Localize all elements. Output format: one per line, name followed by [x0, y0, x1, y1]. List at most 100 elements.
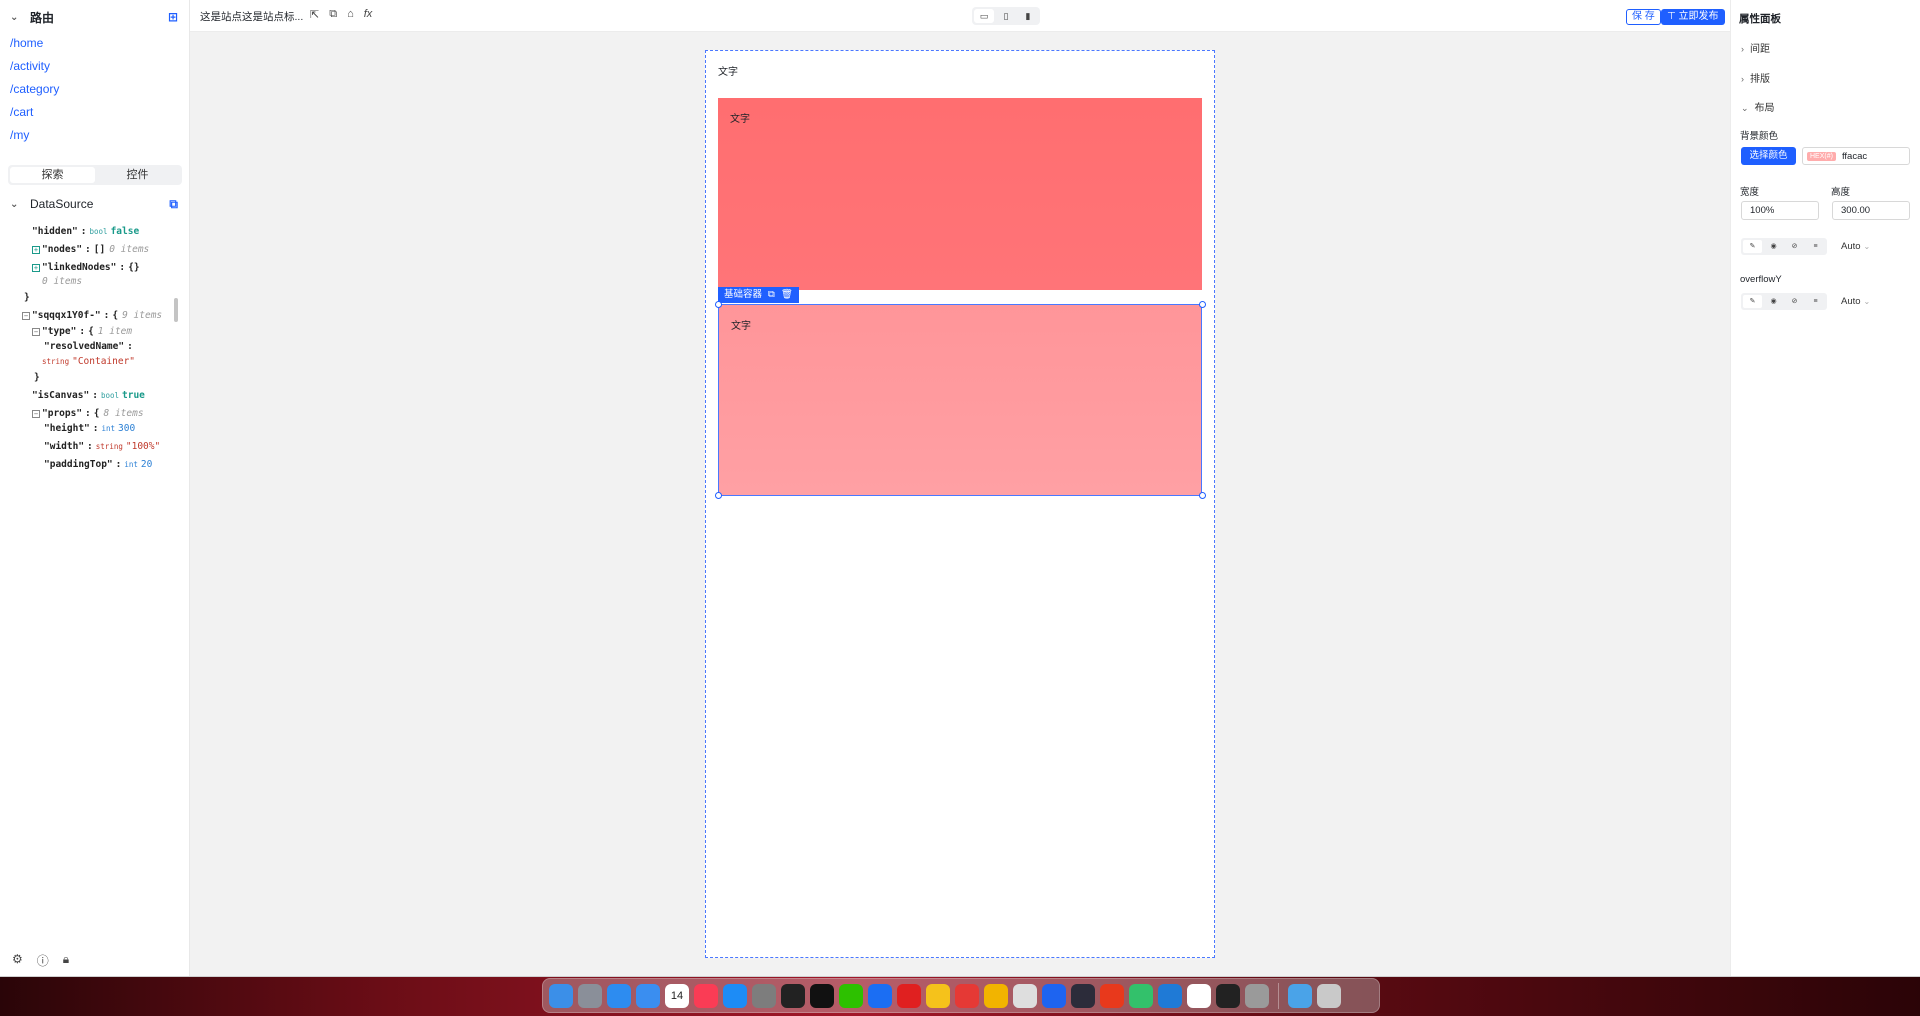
json-line-padding-top: "paddingTop": int 20 — [44, 459, 153, 470]
export-icon[interactable]: ⇱ — [310, 8, 319, 21]
chevron-down-icon: ⌄ — [10, 198, 19, 210]
robot-icon[interactable]: ⌂ — [347, 8, 354, 21]
dock-mail-alt-icon[interactable] — [868, 983, 892, 1008]
height-input[interactable]: 300.00 — [1832, 201, 1910, 220]
eye-icon[interactable]: ◉ — [1764, 295, 1783, 308]
edit-icon[interactable]: ✎ — [1743, 240, 1762, 253]
overflow-x-select[interactable]: Auto ⌄ — [1841, 241, 1870, 252]
dock-chrome-icon[interactable] — [984, 983, 1008, 1008]
edit-icon[interactable]: ✎ — [1743, 295, 1762, 308]
section-layout[interactable]: ⌄ 布局 — [1741, 99, 1775, 114]
settings-icon[interactable]: ⚙ — [12, 952, 23, 969]
json-line-linked-nodes[interactable]: + "linkedNodes":{} — [32, 261, 140, 275]
route-item-activity[interactable]: /activity — [10, 58, 50, 74]
dock-activity-monitor-icon[interactable] — [1216, 983, 1240, 1008]
text-widget[interactable]: 文字 — [718, 63, 738, 78]
json-line-type-close: } — [34, 372, 40, 383]
section-spacing[interactable]: › 间距 — [1741, 40, 1770, 55]
dock-calendar-icon[interactable]: 14 — [665, 983, 689, 1008]
tablet-icon[interactable]: ▯ — [996, 9, 1016, 23]
datasource-header[interactable]: ⌄ DataSource ⧉ — [0, 187, 190, 221]
dock-qq-icon[interactable] — [810, 983, 834, 1008]
resize-handle-bl[interactable] — [715, 492, 722, 499]
container-2-selected[interactable]: 文字 — [718, 304, 1202, 496]
scroll-icon[interactable]: ≡ — [1806, 240, 1825, 253]
copy-icon[interactable]: ⧉ — [768, 287, 775, 303]
dock-vscode-icon[interactable] — [1158, 983, 1182, 1008]
tab-explore[interactable]: 探索 — [10, 167, 95, 183]
eye-off-icon[interactable]: ⊘ — [1785, 295, 1804, 308]
section-typography[interactable]: › 排版 — [1741, 70, 1770, 85]
resize-handle-tl[interactable] — [715, 301, 722, 308]
mobile-icon[interactable]: ▮ — [1018, 9, 1038, 23]
pick-color-button[interactable]: 选择颜色 — [1741, 147, 1796, 165]
dock-settings-icon[interactable] — [752, 983, 776, 1008]
resize-handle-br[interactable] — [1199, 492, 1206, 499]
resize-handle-tr[interactable] — [1199, 301, 1206, 308]
lock-icon[interactable]: 🔒︎ — [63, 952, 69, 969]
fx-icon[interactable]: fx — [364, 8, 373, 21]
dock-maps-icon[interactable] — [1042, 983, 1066, 1008]
tab-widgets[interactable]: 控件 — [95, 167, 180, 183]
dock-trash-icon[interactable] — [1317, 983, 1341, 1008]
dock-wps-icon[interactable] — [955, 983, 979, 1008]
dock-notion-icon[interactable] — [1187, 983, 1211, 1008]
json-line-is-canvas: "isCanvas": bool true — [32, 390, 145, 401]
left-panel: ⌄ 路由 ⊞ /home /activity /category /cart /… — [0, 0, 190, 976]
json-viewer: "hidden": bool false + "nodes":[] 0 items + "… — [0, 221, 180, 475]
dock-xmind-icon[interactable] — [1100, 983, 1124, 1008]
dock-font-book-icon[interactable] — [1245, 983, 1269, 1008]
text-widget[interactable]: 文字 — [731, 317, 751, 332]
chevron-down-icon: ⌄ — [1741, 103, 1749, 113]
json-line-node[interactable]: − "sqqqx1Y0f-":{9 items — [22, 309, 162, 323]
dock-mail-icon[interactable] — [636, 983, 660, 1008]
help-icon[interactable]: ⓘ — [37, 952, 49, 969]
dock-wechat-icon[interactable] — [839, 983, 863, 1008]
eye-icon[interactable]: ◉ — [1764, 240, 1783, 253]
copy-icon[interactable]: ⧉ — [329, 8, 337, 21]
route-item-cart[interactable]: /cart — [10, 104, 33, 120]
scroll-icon[interactable]: ≡ — [1806, 295, 1825, 308]
routes-header[interactable]: ⌄ 路由 ⊞ — [0, 0, 190, 34]
dock-nuts-icon[interactable] — [926, 983, 950, 1008]
width-input[interactable]: 100% — [1741, 201, 1819, 220]
dock-netease-music-icon[interactable] — [897, 983, 921, 1008]
selection-toolbar: 基础容器 ⧉ 🗑︎ — [718, 287, 799, 303]
json-line-width: "width": string "100%" — [44, 441, 161, 452]
json-scrollbar[interactable] — [174, 298, 178, 322]
add-route-icon[interactable]: ⊞ — [168, 10, 178, 24]
route-item-home[interactable]: /home — [10, 35, 43, 51]
editor-window: ⌄ 路由 ⊞ /home /activity /category /cart /… — [0, 0, 1920, 977]
dock-music-icon[interactable] — [694, 983, 718, 1008]
top-toolbar: 这是站点这是站点标... ⇱ ⧉ ⌂ fx ▭ ▯ ▮ 保 存 ⊤ 立即发布 — [190, 0, 1730, 32]
property-panel: 属性面板 › 间距 › 排版 ⌄ 布局 背景颜色 选择颜色 HEX(#) ffacac… — [1730, 0, 1920, 976]
text-widget[interactable]: 文字 — [730, 110, 750, 125]
dock-davinci-icon[interactable] — [1071, 983, 1095, 1008]
dock-app-store-icon[interactable] — [723, 983, 747, 1008]
chevron-right-icon: › — [1741, 44, 1744, 54]
container-1[interactable]: 文字 — [718, 98, 1202, 290]
dock-terminal-icon[interactable] — [781, 983, 805, 1008]
publish-button[interactable]: ⊤ 立即发布 — [1661, 9, 1725, 25]
dock-messages-icon[interactable] — [1013, 983, 1037, 1008]
desktop-icon[interactable]: ▭ — [974, 9, 994, 23]
route-item-my[interactable]: /my — [10, 127, 29, 143]
site-title[interactable]: 这是站点这是站点标... — [200, 9, 303, 24]
dock-safari-icon[interactable] — [607, 983, 631, 1008]
route-item-category[interactable]: /category — [10, 81, 59, 97]
dock-folder-icon[interactable] — [1288, 983, 1312, 1008]
json-line-nodes[interactable]: + "nodes":[] 0 items — [32, 243, 149, 257]
dock-finder-icon[interactable] — [549, 983, 573, 1008]
dock-feishu-icon[interactable] — [1129, 983, 1153, 1008]
save-button[interactable]: 保 存 — [1626, 9, 1661, 25]
page-canvas[interactable]: 文字 文字 基础容器 ⧉ 🗑︎ 文字 — [705, 50, 1215, 958]
hex-badge: HEX(#) — [1807, 151, 1836, 161]
json-line-props[interactable]: − "props":{8 items — [32, 407, 144, 421]
copy-icon[interactable]: ⧉ — [169, 197, 178, 212]
dock-launchpad-icon[interactable] — [578, 983, 602, 1008]
hex-color-input[interactable]: HEX(#) ffacac — [1802, 147, 1910, 165]
delete-icon[interactable]: 🗑︎ — [781, 287, 793, 303]
overflow-y-select[interactable]: Auto ⌄ — [1841, 296, 1870, 307]
json-line-type[interactable]: − "type":{1 item — [32, 325, 132, 339]
eye-off-icon[interactable]: ⊘ — [1785, 240, 1804, 253]
